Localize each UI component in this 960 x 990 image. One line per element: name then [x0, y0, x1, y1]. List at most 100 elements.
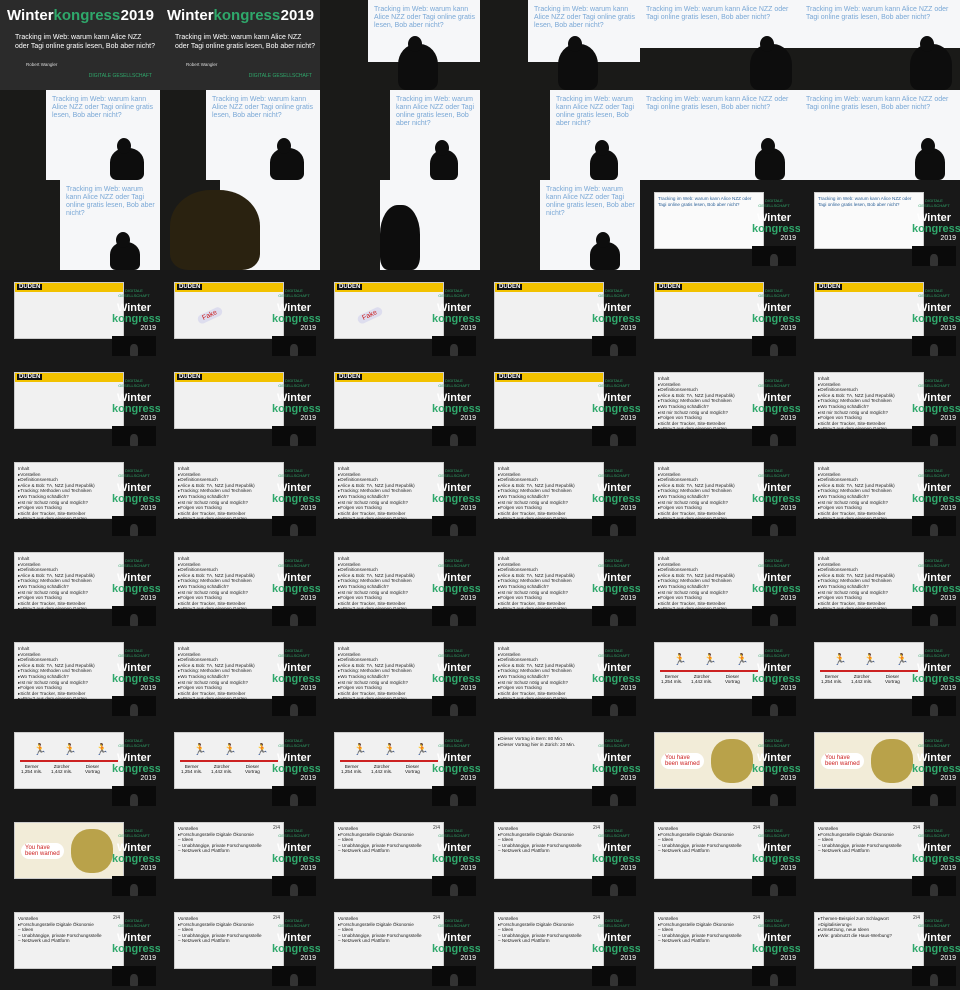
- stage-photo[interactable]: Tracking im Web: warum kann Alice NZZ od…: [480, 0, 640, 90]
- livestream-frame[interactable]: ▸Themen-Beispiel zum Schlagwort »Digital…: [800, 900, 960, 990]
- brand-year: 2019: [780, 415, 796, 422]
- org-logo-text: DIGITALE GESELLSCHAFT: [758, 468, 790, 478]
- livestream-frame[interactable]: Vorstellen ▸Forschungsstelle Digitale Ök…: [480, 810, 640, 900]
- livestream-frame[interactable]: Inhalt ▸Vorstellen ▸Definitionsversuch ▸…: [800, 540, 960, 630]
- stage-photo[interactable]: Tracking im Web: warum kann Alice NZZ od…: [640, 0, 800, 90]
- livestream-frame[interactable]: Vorstellen ▸Forschungsstelle Digitale Ök…: [320, 900, 480, 990]
- livestream-frame[interactable]: 🏃 🏃 🏃 Berner 1,254 mls. Zürcher 1,442 mls. Di…: [160, 720, 320, 810]
- livestream-frame[interactable]: DUDEN Fake DIGITALE GESELLSCHAFT Winter kong…: [160, 270, 320, 360]
- livestream-frame[interactable]: ▸Dieser Vortrag in Bern: 80 Min. ▸Dieser…: [480, 720, 640, 810]
- slide-inhalt: Inhalt ▸Vorstellen ▸Definitionsversuch ▸…: [814, 372, 924, 431]
- livestream-frame[interactable]: Vorstellen ▸Forschungsstelle Digitale Ök…: [160, 900, 320, 990]
- stage-photo[interactable]: Tracking im Web: warum kann Alice NZZ od…: [800, 0, 960, 90]
- slide-inhalt: Inhalt ▸Vorstellen ▸Definitionsversuch ▸…: [14, 642, 124, 701]
- brand-kongress: kongress: [912, 403, 960, 415]
- livestream-frame[interactable]: Tracking im Web: warum kann Alice NZZ od…: [800, 180, 960, 270]
- stage-photo-audience[interactable]: [160, 180, 320, 270]
- livestream-frame[interactable]: Inhalt ▸Vorstellen ▸Definitionsversuch ▸…: [0, 630, 160, 720]
- livestream-frame[interactable]: Tracking im Web: warum kann Alice NZZ od…: [640, 180, 800, 270]
- livestream-frame[interactable]: DUDEN DIGITALE GESELLSCHAFT Winter kongress…: [320, 360, 480, 450]
- caricature-image: [71, 829, 113, 873]
- projection-screen: Tracking im Web: warum kann Alice NZZ od…: [800, 0, 960, 48]
- livestream-frame[interactable]: Inhalt ▸Vorstellen ▸Definitionsversuch ▸…: [0, 540, 160, 630]
- livestream-frame[interactable]: DUDEN DIGITALE GESELLSCHAFT Winter kongress…: [480, 360, 640, 450]
- livestream-frame[interactable]: Inhalt ▸Vorstellen ▸Definitionsversuch ▸…: [640, 360, 800, 450]
- livestream-frame[interactable]: Inhalt ▸Vorstellen ▸Definitionsversuch ▸…: [160, 630, 320, 720]
- livestream-frame[interactable]: Inhalt ▸Vorstellen ▸Definitionsversuch ▸…: [160, 450, 320, 540]
- livestream-frame[interactable]: Inhalt ▸Vorstellen ▸Definitionsversuch ▸…: [320, 540, 480, 630]
- slide-bsp: ▸Themen-Beispiel zum Schlagwort »Digital…: [814, 912, 924, 969]
- stage-photo[interactable]: Tracking im Web: warum kann Alice NZZ od…: [160, 90, 320, 180]
- event-branding: DIGITALE GESELLSCHAFT Winter kongress 2019: [752, 198, 800, 243]
- org-logo-text: DIGITALE GESELLSCHAFT: [758, 378, 790, 388]
- runner-label: Dieser Vortrag: [245, 764, 260, 774]
- stage-photo[interactable]: Tracking im Web: warum kann Alice NZZ od…: [320, 90, 480, 180]
- livestream-frame[interactable]: Inhalt ▸Vorstellen ▸Definitionsversuch ▸…: [800, 450, 960, 540]
- livestream-frame[interactable]: DUDEN DIGITALE GESELLSCHAFT Winter kongress…: [160, 360, 320, 450]
- livestream-frame[interactable]: Inhalt ▸Vorstellen ▸Definitionsversuch ▸…: [480, 630, 640, 720]
- speaker-silhouette: [290, 344, 298, 356]
- livestream-frame[interactable]: Inhalt ▸Vorstellen ▸Definitionsversuch ▸…: [0, 450, 160, 540]
- livestream-frame[interactable]: You have been warned DIGITALE GESELLSCHAF…: [800, 720, 960, 810]
- livestream-frame[interactable]: Vorstellen ▸Forschungsstelle Digitale Ök…: [320, 810, 480, 900]
- stage-photo[interactable]: Tracking im Web: warum kann Alice NZZ od…: [0, 180, 160, 270]
- slide-inhalt: Inhalt ▸Vorstellen ▸Definitionsversuch ▸…: [494, 462, 604, 521]
- livestream-frame[interactable]: DUDEN DIGITALE GESELLSCHAFT Winter kongress…: [800, 270, 960, 360]
- event-branding: DIGITALE GESELLSCHAFT Winter kongress 2019: [432, 918, 480, 963]
- livestream-frame[interactable]: Vorstellen ▸Forschungsstelle Digitale Ök…: [640, 810, 800, 900]
- livestream-frame[interactable]: Inhalt ▸Vorstellen ▸Definitionsversuch ▸…: [160, 540, 320, 630]
- livestream-frame[interactable]: DUDEN Fake DIGITALE GESELLSCHAFT Winter kong…: [320, 270, 480, 360]
- speaker-camera-inset: [272, 336, 316, 356]
- timeline-arrow: [340, 760, 438, 762]
- brand-year: 2019: [940, 325, 956, 332]
- stage-photo[interactable]: Tracking im Web: warum kann Alice NZZ od…: [0, 90, 160, 180]
- stage-photo[interactable]: Tracking im Web: warum kann Alice NZZ od…: [480, 90, 640, 180]
- livestream-frame[interactable]: You have been warned DIGITALE GESELLSCHAF…: [0, 810, 160, 900]
- livestream-frame[interactable]: You have been warned DIGITALE GESELLSCHAF…: [640, 720, 800, 810]
- livestream-frame[interactable]: 🏃 🏃 🏃 Berner 1,254 mls. Zürcher 1,442 mls. Di…: [800, 630, 960, 720]
- livestream-frame[interactable]: Vorstellen ▸Forschungsstelle Digitale Ök…: [480, 900, 640, 990]
- livestream-frame[interactable]: Inhalt ▸Vorstellen ▸Definitionsversuch ▸…: [320, 450, 480, 540]
- livestream-frame[interactable]: 🏃 🏃 🏃 Berner 1,254 mls. Zürcher 1,442 mls. Di…: [640, 630, 800, 720]
- livestream-frame[interactable]: DUDEN DIGITALE GESELLSCHAFT Winter kongress…: [640, 270, 800, 360]
- livestream-frame[interactable]: DUDEN DIGITALE GESELLSCHAFT Winter kongress…: [480, 270, 640, 360]
- stage-photo[interactable]: Tracking im Web: warum kann Alice NZZ od…: [480, 180, 640, 270]
- author-name: Robert Wangler: [26, 62, 58, 67]
- stage-photo-audience[interactable]: [320, 180, 480, 270]
- brand-kongress: kongress: [112, 853, 160, 865]
- stage-photo[interactable]: Tracking im Web: warum kann Alice NZZ od…: [320, 0, 480, 90]
- title-card[interactable]: Winterkongress 2019 Tracking im Web: warum…: [0, 0, 160, 90]
- livestream-frame[interactable]: 🏃 🏃 🏃 Berner 1,254 mls. Zürcher 1,442 mls. Di…: [0, 720, 160, 810]
- livestream-frame[interactable]: Inhalt ▸Vorstellen ▸Definitionsversuch ▸…: [480, 450, 640, 540]
- brand-kongress: kongress: [592, 313, 640, 325]
- title-card[interactable]: Winterkongress 2019 Tracking im Web: warum…: [160, 0, 320, 90]
- speaker-camera-inset: [272, 786, 316, 806]
- stage-photo[interactable]: Tracking im Web: warum kann Alice NZZ od…: [640, 90, 800, 180]
- livestream-frame[interactable]: DUDEN DIGITALE GESELLSCHAFT Winter kongress…: [0, 270, 160, 360]
- livestream-frame[interactable]: Vorstellen ▸Forschungsstelle Digitale Ök…: [160, 810, 320, 900]
- org-logo-text: DIGITALE GESELLSCHAFT: [758, 288, 790, 298]
- slide-runners: 🏃 🏃 🏃 Berner 1,254 mls. Zürcher 1,442 mls. Di…: [174, 732, 284, 789]
- livestream-frame[interactable]: Inhalt ▸Vorstellen ▸Definitionsversuch ▸…: [320, 630, 480, 720]
- slide-warned: You have been warned: [14, 822, 124, 879]
- livestream-frame[interactable]: Inhalt ▸Vorstellen ▸Definitionsversuch ▸…: [480, 540, 640, 630]
- brand-kongress: kongress: [112, 493, 160, 505]
- runner-icon: 🏃: [33, 744, 47, 756]
- livestream-frame[interactable]: Vorstellen ▸Forschungsstelle Digitale Ök…: [640, 900, 800, 990]
- brand-year: 2019: [620, 325, 636, 332]
- livestream-frame[interactable]: Vorstellen ▸Forschungsstelle Digitale Ök…: [800, 810, 960, 900]
- livestream-frame[interactable]: Vorstellen ▸Forschungsstelle Digitale Ök…: [0, 900, 160, 990]
- livestream-frame[interactable]: Inhalt ▸Vorstellen ▸Definitionsversuch ▸…: [800, 360, 960, 450]
- speaker-camera-inset: [112, 696, 156, 716]
- livestream-frame[interactable]: Inhalt ▸Vorstellen ▸Definitionsversuch ▸…: [640, 450, 800, 540]
- livestream-frame[interactable]: 🏃 🏃 🏃 Berner 1,254 mls. Zürcher 1,442 mls. Di…: [320, 720, 480, 810]
- org-logo-text: DIGITALE GESELLSCHAFT: [758, 738, 790, 748]
- livestream-frame[interactable]: Inhalt ▸Vorstellen ▸Definitionsversuch ▸…: [640, 540, 800, 630]
- runner-icon: 🏃: [863, 654, 877, 666]
- speaker-camera-inset: [592, 696, 636, 716]
- stage-photo[interactable]: Tracking im Web: warum kann Alice NZZ od…: [800, 90, 960, 180]
- org-logo-text: DIGITALE GESELLSCHAFT: [118, 288, 150, 298]
- duden-header-bar: DUDEN: [175, 283, 283, 292]
- livestream-frame[interactable]: DUDEN DIGITALE GESELLSCHAFT Winter kongress…: [0, 360, 160, 450]
- projected-title: Tracking im Web: warum kann Alice NZZ od…: [646, 96, 789, 111]
